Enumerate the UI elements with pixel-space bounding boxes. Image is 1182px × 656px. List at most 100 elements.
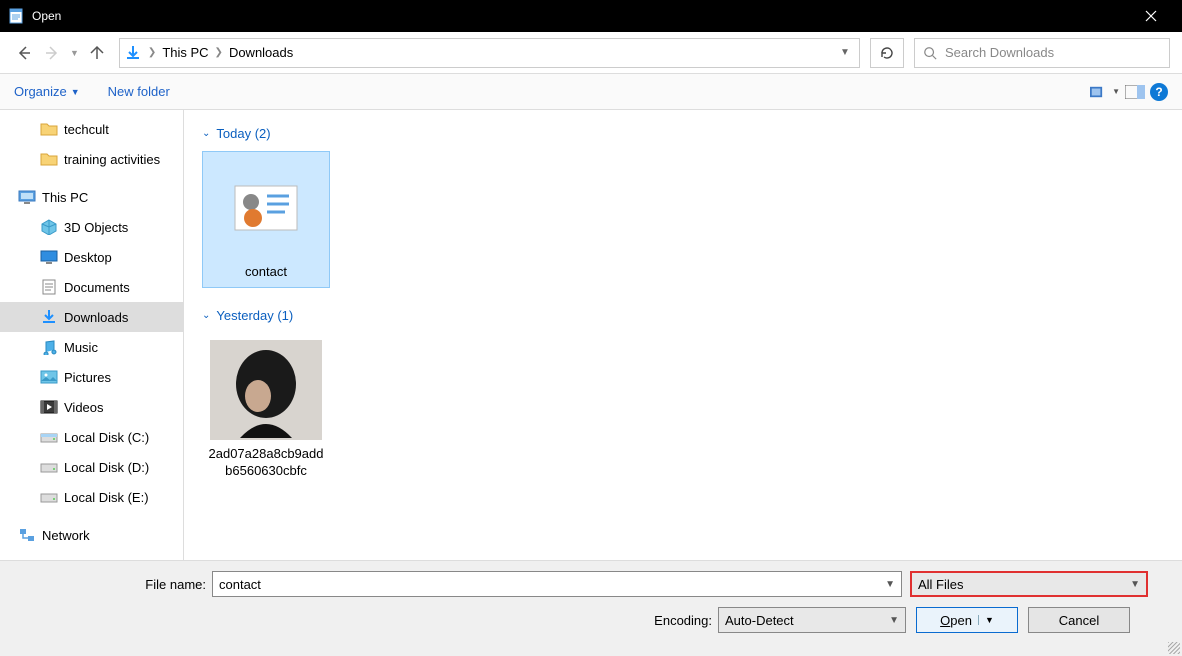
file-list[interactable]: ⌄ Today (2) contact ⌄ Yesterday (1) 2ad0… [184,110,1182,560]
sidebar-item-thispc[interactable]: This PC [0,182,183,212]
chevron-down-icon: ▼ [71,87,80,97]
cancel-button[interactable]: Cancel [1028,607,1130,633]
sidebar-item-disk-d[interactable]: Local Disk (D:) [0,452,183,482]
chevron-down-icon: ▼ [1130,579,1140,590]
videos-icon [40,399,58,415]
file-name: 2ad07a28a8cb9addb6560630cbfc [207,446,325,480]
refresh-button[interactable] [870,38,904,68]
search-box[interactable] [914,38,1170,68]
sidebar-item-label: Videos [64,400,104,415]
sidebar-item-disk-c[interactable]: Local Disk (C:) [0,422,183,452]
close-icon [1145,10,1157,22]
chevron-down-icon: ▼ [978,615,994,625]
cancel-label: Cancel [1059,613,1099,628]
file-item-contact[interactable]: contact [202,151,330,288]
bottom-panel: File name: contact ▼ All Files ▼ Encodin… [0,560,1182,656]
sidebar-item-documents[interactable]: Documents [0,272,183,302]
filename-value: contact [219,577,261,592]
notepad-icon [8,8,24,24]
sidebar-item-training[interactable]: training activities [0,144,183,174]
download-location-icon [124,44,142,62]
computer-icon [18,189,36,205]
preview-pane-button[interactable] [1120,80,1150,104]
breadcrumb-sep-icon: ❯ [213,47,225,58]
organize-label: Organize [14,84,67,99]
music-icon [40,339,58,355]
file-name: contact [207,264,325,281]
arrow-up-icon [89,45,105,61]
up-button[interactable] [85,41,109,65]
folder-icon [40,151,58,167]
new-folder-button[interactable]: New folder [108,84,170,99]
sidebar-item-videos[interactable]: Videos [0,392,183,422]
filetype-combo[interactable]: All Files ▼ [910,571,1148,597]
preview-pane-icon [1125,85,1145,99]
sidebar-item-pictures[interactable]: Pictures [0,362,183,392]
sidebar-item-label: Documents [64,280,130,295]
chevron-down-icon: ⌄ [202,310,210,321]
encoding-value: Auto-Detect [725,613,794,628]
close-button[interactable] [1128,0,1174,32]
open-button[interactable]: Open ▼ [916,607,1018,633]
arrow-right-icon [44,45,60,61]
desktop-icon [40,249,58,265]
disk-icon [40,489,58,505]
sidebar-item-label: Local Disk (C:) [64,430,149,445]
refresh-icon [879,45,895,61]
encoding-label: Encoding: [0,613,718,628]
sidebar[interactable]: techcult training activities This PC 3D … [0,110,184,560]
history-dropdown-icon[interactable]: ▼ [70,48,79,58]
sidebar-item-network[interactable]: Network [0,520,183,550]
breadcrumb-sep-icon[interactable]: ❯ [146,47,158,58]
toolbar: Organize ▼ New folder ▼ ? [0,74,1182,110]
arrow-left-icon [16,45,32,61]
network-icon [18,527,36,543]
group-header-label: Yesterday (1) [216,308,293,323]
breadcrumb-current[interactable]: Downloads [225,45,297,60]
download-icon [40,309,58,325]
view-mode-button[interactable]: ▼ [1090,80,1120,104]
disk-icon [40,429,58,445]
main-area: techcult training activities This PC 3D … [0,110,1182,560]
back-button[interactable] [12,41,36,65]
chevron-down-icon: ▼ [889,615,899,626]
breadcrumb-root[interactable]: This PC [158,45,212,60]
breadcrumb-dropdown-icon[interactable]: ▼ [835,47,855,58]
filename-label: File name: [0,577,212,592]
filetype-value: All Files [918,577,964,592]
sidebar-item-label: Music [64,340,98,355]
chevron-down-icon: ⌄ [202,128,210,139]
sidebar-item-disk-e[interactable]: Local Disk (E:) [0,482,183,512]
photo-thumbnail [210,340,322,440]
encoding-combo[interactable]: Auto-Detect ▼ [718,607,906,633]
group-header-today[interactable]: ⌄ Today (2) [202,126,1164,141]
sidebar-item-label: Local Disk (D:) [64,460,149,475]
sidebar-item-music[interactable]: Music [0,332,183,362]
titlebar: Open [0,0,1182,32]
contact-file-icon [210,158,322,258]
file-item-photo[interactable]: 2ad07a28a8cb9addb6560630cbfc [202,333,330,487]
group-header-yesterday[interactable]: ⌄ Yesterday (1) [202,308,1164,323]
sidebar-item-techcult[interactable]: techcult [0,114,183,144]
breadcrumb[interactable]: ❯ This PC ❯ Downloads ▼ [119,38,860,68]
help-button[interactable]: ? [1150,83,1168,101]
sidebar-item-label: This PC [42,190,88,205]
organize-button[interactable]: Organize ▼ [14,84,80,99]
folder-icon [40,121,58,137]
sidebar-item-3dobjects[interactable]: 3D Objects [0,212,183,242]
disk-icon [40,459,58,475]
chevron-down-icon: ▼ [1112,87,1120,96]
sidebar-item-downloads[interactable]: Downloads [0,302,183,332]
filename-combo[interactable]: contact ▼ [212,571,902,597]
navbar: ▼ ❯ This PC ❯ Downloads ▼ [0,32,1182,74]
search-input[interactable] [945,45,1161,60]
sidebar-item-label: techcult [64,122,109,137]
sidebar-item-label: training activities [64,152,160,167]
sidebar-item-label: Network [42,528,90,543]
sidebar-item-desktop[interactable]: Desktop [0,242,183,272]
forward-button[interactable] [40,41,64,65]
chevron-down-icon: ▼ [885,579,895,590]
resize-grip[interactable] [1168,642,1180,654]
sidebar-item-label: Desktop [64,250,112,265]
document-icon [40,279,58,295]
